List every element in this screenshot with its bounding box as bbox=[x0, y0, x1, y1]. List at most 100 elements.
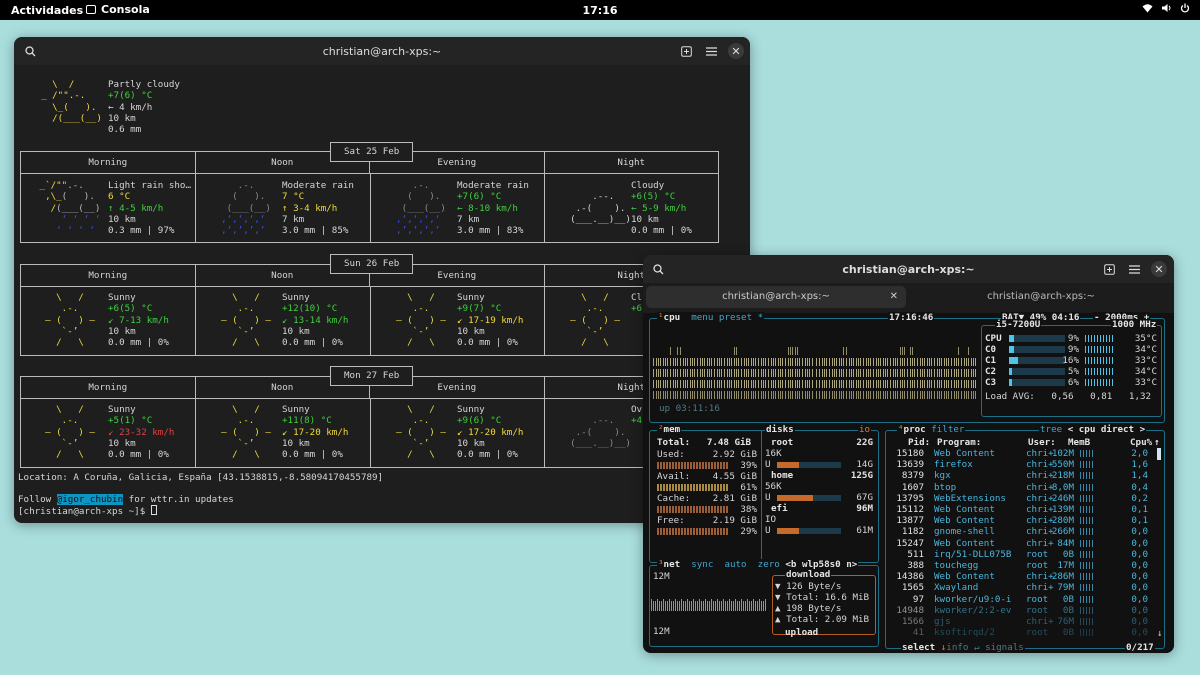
cpu-graph-cell bbox=[788, 347, 791, 355]
cpu-graph-cell bbox=[967, 391, 971, 399]
cpu-graph-cell bbox=[964, 369, 967, 377]
date-label: Sat 25 Feb bbox=[330, 142, 414, 162]
proc-row[interactable]: 97 kworker/u9:0-i root 0B 0,0 bbox=[890, 594, 1152, 605]
cpu-graph-cell bbox=[693, 358, 696, 366]
terminal-window-btop[interactable]: christian@arch-xps:~ ✕ christian@arch-xp… bbox=[643, 255, 1174, 653]
proc-row[interactable]: 15247 Web Content chri+ 84M 0,0 bbox=[890, 538, 1152, 549]
new-tab-icon[interactable] bbox=[1101, 261, 1117, 277]
proc-row[interactable]: 41 ksoftirqd/2 root 0B 0,0 bbox=[890, 627, 1152, 638]
activities-button[interactable]: Actividades bbox=[11, 4, 83, 17]
cpu-graph-cell bbox=[842, 369, 845, 377]
proc-row[interactable]: 14948 kworker/2:2-ev root 0B 0,0 bbox=[890, 605, 1152, 616]
proc-row[interactable]: 1565 Xwayland chri+ 79M 0,0 bbox=[890, 582, 1152, 593]
proc-scrollbar[interactable] bbox=[1157, 448, 1161, 460]
new-tab-icon[interactable] bbox=[678, 43, 694, 59]
proc-row[interactable]: 388 touchegg root 17M 0,0 bbox=[890, 560, 1152, 571]
proc-row[interactable]: 13639 firefox chri+ 550M 1,6 bbox=[890, 459, 1152, 470]
cpu-graph-cell bbox=[771, 358, 774, 366]
weather-art-sunny: \ / .-. ― ( ) ― `-’ / \ bbox=[570, 292, 620, 349]
proc-row[interactable]: 13795 WebExtensions chri+ 246M 0,2 bbox=[890, 493, 1152, 504]
proc-row[interactable]: 1607 btop chri+ 8,0M 0,4 bbox=[890, 482, 1152, 493]
weather-info: Ov +4 bbox=[631, 404, 643, 427]
net-stats: ▼ 126 Byte/s ▼ Total: 16.6 MiB ▲ 198 Byt… bbox=[775, 581, 870, 625]
menu-icon[interactable] bbox=[703, 43, 719, 59]
proc-program: Web Content bbox=[934, 571, 995, 583]
cpu-graph-cell bbox=[703, 391, 707, 399]
proc-user: chri+ bbox=[1026, 481, 1054, 493]
proc-row[interactable]: 511 irq/51-DLL075B root 0B 0,0 bbox=[890, 549, 1152, 560]
cpu-graph-cell bbox=[747, 380, 751, 388]
proc-row[interactable]: 8379 kgx chri+ 218M 1,4 bbox=[890, 470, 1152, 481]
proc-row[interactable]: 14386 Web Content chri+ 286M 0,0 bbox=[890, 571, 1152, 582]
tab-close-icon[interactable]: ✕ bbox=[890, 286, 898, 308]
proc-box-title: ⁴proc filter bbox=[897, 424, 966, 435]
close-icon[interactable]: ✕ bbox=[728, 43, 744, 59]
net-graph-bar bbox=[695, 601, 696, 611]
net-graph-bar bbox=[753, 599, 754, 611]
net-graph-bar bbox=[711, 599, 712, 611]
cpu-graph-cell bbox=[933, 358, 937, 366]
cpu-graph-cell bbox=[927, 391, 930, 399]
io-toggle[interactable]: io bbox=[858, 424, 872, 435]
cpu-graph-cell bbox=[971, 380, 974, 388]
cpu-graph-cell bbox=[785, 369, 788, 377]
cpu-graph-cell bbox=[944, 369, 947, 377]
cpu-graph-cell bbox=[680, 391, 683, 399]
cpu-graph-cell bbox=[849, 369, 852, 377]
cpu-graph-cell bbox=[829, 380, 832, 388]
net-graph-bar bbox=[749, 601, 750, 611]
cpu-graph-cell bbox=[910, 369, 913, 377]
cpu-graph-cell bbox=[730, 391, 734, 399]
proc-row[interactable]: 13877 Web Content chri+ 280M 0,1 bbox=[890, 515, 1152, 526]
proc-mem: 266M bbox=[1051, 526, 1074, 538]
cpu-graph-cell bbox=[795, 347, 798, 355]
cpu-graph-cell bbox=[883, 391, 886, 399]
cpu-graph-cell bbox=[896, 369, 900, 377]
proc-pid: 14948 bbox=[896, 604, 924, 616]
cpu-graph-cell bbox=[727, 358, 730, 366]
mem-value: 4.55 GiB bbox=[712, 471, 757, 482]
proc-row[interactable]: 15112 Web Content chri+ 139M 0,1 bbox=[890, 504, 1152, 515]
tab-inactive[interactable]: christian@arch-xps:~ bbox=[911, 286, 1171, 308]
cpu-graph-cell bbox=[693, 391, 696, 399]
net-graph-bar bbox=[719, 601, 720, 611]
close-icon[interactable]: ✕ bbox=[1151, 261, 1167, 277]
date-label: Mon 27 Feb bbox=[330, 366, 414, 386]
proc-cpu: 0,0 bbox=[1131, 526, 1148, 538]
app-menu[interactable]: Consola bbox=[86, 3, 150, 16]
cpu-graph-cell bbox=[785, 380, 788, 388]
net-graph-bar bbox=[737, 601, 738, 611]
cpu-graph-cell bbox=[917, 369, 920, 377]
menu-icon[interactable] bbox=[1126, 261, 1142, 277]
cpu-graph-cell bbox=[852, 358, 856, 366]
proc-cpu: 0,0 bbox=[1131, 582, 1148, 594]
proc-row[interactable]: 1566 gjs chri+ 76M 0,0 bbox=[890, 616, 1152, 627]
core-mini-graph bbox=[1085, 379, 1115, 386]
mem-label: Avail: bbox=[657, 471, 691, 482]
weather-art-heavy-rain: .-. ( ). (___(__) ‚‘‚‘‚‘‚‘ ‚’‚’‚’‚’ bbox=[385, 180, 446, 237]
proc-row[interactable]: 15180 Web Content chri+ 102M 2,0 bbox=[890, 448, 1152, 459]
cpu-graph-cell bbox=[869, 380, 873, 388]
disk-io: IO bbox=[765, 514, 777, 525]
cpu-graph-cell bbox=[805, 358, 808, 366]
tab-active[interactable]: christian@arch-xps:~ ✕ bbox=[646, 286, 906, 308]
cpu-graph-cell bbox=[690, 358, 693, 366]
cpu-graph-cell bbox=[866, 369, 869, 377]
clock[interactable]: 17:16 bbox=[0, 4, 1200, 17]
proc-mode[interactable]: tree < cpu direct > bbox=[1039, 424, 1147, 435]
disk-bar bbox=[777, 528, 841, 534]
core-bar bbox=[1009, 335, 1065, 342]
net-graph-bar bbox=[743, 601, 744, 611]
terminal-window-weather[interactable]: christian@arch-xps:~ ✕ \ / _ /"".-. \_( … bbox=[14, 37, 750, 523]
cpu-graph-cell bbox=[933, 380, 937, 388]
system-tray[interactable] bbox=[1142, 3, 1190, 13]
shell-prompt[interactable]: [christian@arch-xps ~]$ bbox=[18, 505, 157, 517]
mem-label: Used: bbox=[657, 449, 685, 460]
disk-io: 56K bbox=[765, 481, 782, 492]
twitter-handle[interactable]: @igor_chubin bbox=[56, 494, 124, 505]
cpu-graph-cell bbox=[886, 380, 889, 388]
proc-row[interactable]: 1182 gnome-shell chri+ 266M 0,0 bbox=[890, 526, 1152, 537]
cpu-graph-cell bbox=[669, 358, 673, 366]
cpu-graph-cell bbox=[778, 380, 781, 388]
cpu-graph-cell bbox=[944, 391, 947, 399]
